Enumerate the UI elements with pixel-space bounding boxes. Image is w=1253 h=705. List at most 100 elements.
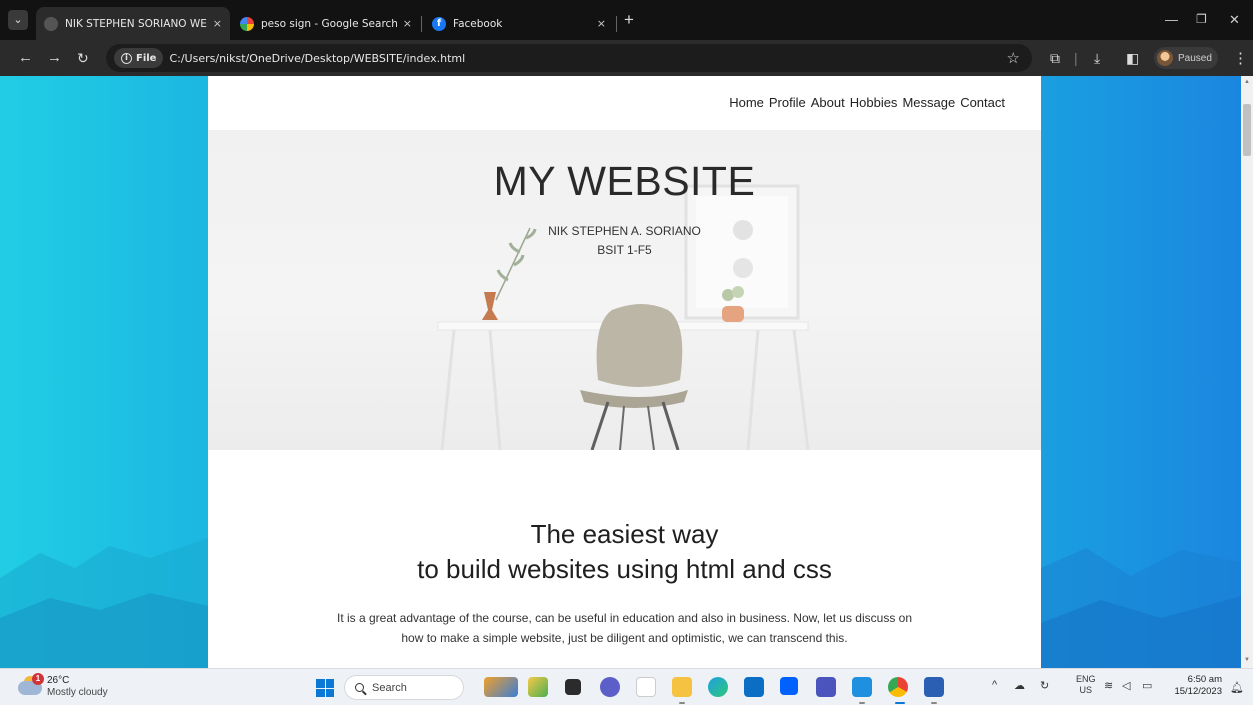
taskbar-search[interactable]: Search xyxy=(344,675,464,700)
chrome-browser-icon[interactable] xyxy=(888,677,908,697)
weather-temperature: 26°C xyxy=(47,675,70,686)
minimize-icon[interactable]: — xyxy=(1165,12,1178,27)
word-app-icon[interactable] xyxy=(924,677,944,697)
running-indicator xyxy=(859,702,865,704)
language-code: ENG xyxy=(1076,674,1096,684)
tab-search-icon[interactable]: ⌄ xyxy=(8,10,28,30)
intro-paragraph-line2: how to make a simple website, just be di… xyxy=(401,631,848,645)
sync-icon[interactable]: ↻ xyxy=(1040,679,1049,692)
kebab-menu-icon[interactable]: ⋮ xyxy=(1233,49,1248,67)
tab-title: NIK STEPHEN SORIANO WEBSI xyxy=(65,17,207,30)
facebook-favicon-icon: f xyxy=(432,16,446,31)
widgets-app-icon[interactable] xyxy=(484,677,518,697)
reload-icon[interactable]: ↻ xyxy=(77,49,89,67)
profile-button[interactable]: Paused xyxy=(1154,47,1218,69)
task-view-icon[interactable] xyxy=(565,679,581,695)
browser-toolbar: ← → ↻ i File C:/Users/nikst/OneDrive/Des… xyxy=(0,40,1253,76)
bell-icon[interactable]: 🔔︎ xyxy=(1230,681,1244,694)
running-indicator xyxy=(931,702,937,704)
tab-title: peso sign - Google Search xyxy=(261,17,397,30)
battery-icon[interactable]: ▭ xyxy=(1142,679,1152,692)
star-icon[interactable]: ☆ xyxy=(1007,49,1020,67)
scroll-thumb[interactable] xyxy=(1243,104,1251,156)
tab-separator xyxy=(616,16,617,32)
weather-widget[interactable]: 1 26°C Mostly cloudy xyxy=(18,673,118,701)
close-tab-icon[interactable]: × xyxy=(403,17,412,30)
close-tab-icon[interactable]: × xyxy=(597,17,606,30)
photos-app-icon[interactable] xyxy=(528,677,548,697)
profile-status: Paused xyxy=(1178,52,1212,64)
download-icon[interactable]: ⤓ xyxy=(1094,50,1100,66)
hero-banner: MY WEBSITE NIK STEPHEN A. SORIANO BSIT 1… xyxy=(208,130,1041,450)
avatar xyxy=(1157,50,1173,66)
scroll-down-icon[interactable]: ▼ xyxy=(1244,657,1250,663)
edge-browser-icon[interactable] xyxy=(708,677,728,697)
volume-icon[interactable]: ◁ xyxy=(1122,679,1130,692)
wifi-icon[interactable]: ≋ xyxy=(1104,679,1113,692)
nav-link-message[interactable]: Message xyxy=(902,95,955,110)
weather-description: Mostly cloudy xyxy=(47,687,108,698)
nav-link-profile[interactable]: Profile xyxy=(769,95,806,110)
google-favicon-icon xyxy=(240,16,254,31)
system-clock[interactable]: 6:50 am 15/12/2023 xyxy=(1166,674,1222,698)
site-info-label: File xyxy=(136,52,157,64)
teams-app-icon[interactable] xyxy=(816,677,836,697)
web-page: Home Profile About Hobbies Message Conta… xyxy=(208,76,1041,668)
hero-author-name: NIK STEPHEN A. SORIANO xyxy=(548,224,701,238)
mountain-wallpaper-left xyxy=(0,538,208,668)
clock-time: 6:50 am xyxy=(1187,674,1222,685)
nav-link-about[interactable]: About xyxy=(811,95,845,110)
globe-favicon-icon xyxy=(44,16,58,31)
tab-google-search[interactable]: peso sign - Google Search × xyxy=(232,7,420,40)
toolbar-divider: | xyxy=(1074,50,1078,66)
site-nav: Home Profile About Hobbies Message Conta… xyxy=(729,95,1005,110)
url-text: C:/Users/nikst/OneDrive/Desktop/WEBSITE/… xyxy=(169,51,466,65)
address-bar[interactable]: i File C:/Users/nikst/OneDrive/Desktop/W… xyxy=(106,44,1032,72)
search-label: Search xyxy=(372,681,407,694)
close-window-icon[interactable]: ✕ xyxy=(1229,12,1240,28)
clock-date: 15/12/2023 xyxy=(1174,686,1222,697)
file-explorer-icon[interactable] xyxy=(672,677,692,697)
windows-start-icon[interactable] xyxy=(316,679,334,697)
store-app-icon[interactable] xyxy=(636,677,656,697)
nav-link-contact[interactable]: Contact xyxy=(960,95,1005,110)
windows-taskbar: 1 26°C Mostly cloudy Search ^ ☁ ↻ ENG US… xyxy=(0,668,1253,705)
running-indicator xyxy=(679,702,685,704)
tab-strip: ⌄ NIK STEPHEN SORIANO WEBSI × peso sign … xyxy=(0,0,1253,40)
onedrive-icon[interactable]: ☁ xyxy=(1014,679,1025,692)
intro-paragraph-line1: It is a great advantage of the course, c… xyxy=(336,611,913,625)
language-indicator[interactable]: ENG US xyxy=(1076,674,1096,696)
nav-link-home[interactable]: Home xyxy=(729,95,764,110)
tab-separator xyxy=(421,16,422,32)
site-info-chip[interactable]: i File xyxy=(114,48,164,68)
new-tab-button[interactable]: + xyxy=(624,11,634,29)
side-panel-icon[interactable]: ◧ xyxy=(1126,50,1139,66)
page-scrollbar[interactable]: ▲ ▼ xyxy=(1241,76,1253,668)
browser-viewport: Home Profile About Hobbies Message Conta… xyxy=(0,76,1241,668)
search-icon xyxy=(355,683,364,692)
tab-website[interactable]: NIK STEPHEN SORIANO WEBSI × xyxy=(36,7,230,40)
back-arrow-icon[interactable]: ← xyxy=(18,49,33,67)
active-indicator xyxy=(895,702,905,704)
tab-facebook[interactable]: f Facebook × xyxy=(424,7,614,40)
info-icon: i xyxy=(121,52,132,64)
hero-title: MY WEBSITE xyxy=(493,158,756,204)
ms-store-icon[interactable] xyxy=(744,677,764,697)
scroll-up-icon[interactable]: ▲ xyxy=(1244,79,1250,85)
extensions-icon[interactable]: ⧉ xyxy=(1050,50,1060,66)
mountain-wallpaper-right xyxy=(1041,548,1241,668)
close-tab-icon[interactable]: × xyxy=(213,17,222,30)
dropbox-icon[interactable] xyxy=(780,677,798,695)
chevron-up-icon[interactable]: ^ xyxy=(992,679,997,691)
region-code: US xyxy=(1079,685,1093,695)
chat-app-icon[interactable] xyxy=(600,677,620,697)
section-headline-line1: The easiest way xyxy=(530,519,719,549)
weather-alert-badge: 1 xyxy=(32,673,44,685)
forward-arrow-icon[interactable]: → xyxy=(47,49,62,67)
hero-course: BSIT 1-F5 xyxy=(597,243,652,257)
vscode-icon[interactable] xyxy=(852,677,872,697)
section-headline-line2: to build websites using html and css xyxy=(417,554,832,584)
nav-link-hobbies[interactable]: Hobbies xyxy=(850,95,898,110)
tab-title: Facebook xyxy=(453,17,503,30)
restore-icon[interactable]: ❐ xyxy=(1196,12,1207,26)
